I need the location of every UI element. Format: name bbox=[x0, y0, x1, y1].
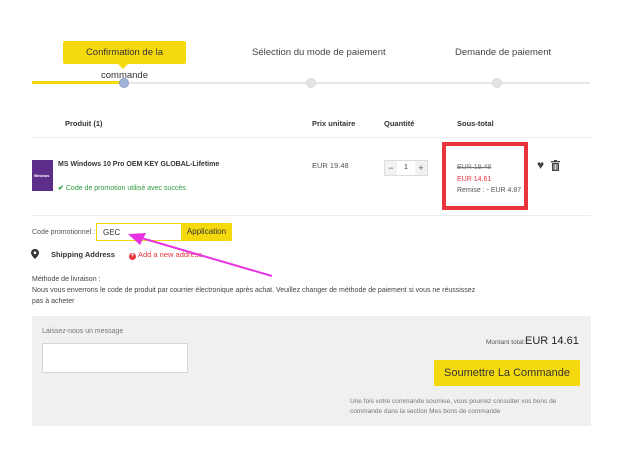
promo-success-message: ✔ Code de promotion utilisé avec succès bbox=[58, 185, 186, 192]
header-unit-price: Prix unitaire bbox=[312, 119, 356, 128]
quantity-stepper[interactable]: − 1 + bbox=[384, 160, 428, 176]
step-payment-request: Demande de paiement bbox=[455, 47, 552, 58]
step-dot-3 bbox=[492, 78, 502, 88]
original-price: EUR 19.48 bbox=[457, 164, 492, 171]
step-dot-2 bbox=[306, 78, 316, 88]
header-quantity: Quantité bbox=[384, 119, 415, 128]
total-label: Montant total: bbox=[486, 339, 526, 346]
quantity-value[interactable]: 1 bbox=[397, 161, 415, 175]
promo-code-input[interactable] bbox=[96, 223, 182, 241]
delivery-method-title: Méthode de livraison : bbox=[32, 276, 101, 283]
shipping-address-label: Shipping Address bbox=[51, 250, 115, 259]
product-name[interactable]: MS Windows 10 Pro OEM KEY GLOBAL-Lifetim… bbox=[58, 161, 219, 168]
product-thumbnail-logo: Windows bbox=[34, 174, 50, 178]
order-note: Une fois votre commande soumise, vous po… bbox=[350, 398, 557, 415]
total-amount: EUR 14.61 bbox=[525, 335, 579, 347]
row-divider bbox=[32, 215, 591, 216]
header-divider bbox=[32, 137, 591, 138]
message-label: Laissez-nous un message bbox=[42, 328, 124, 335]
check-icon: ✔ bbox=[58, 185, 64, 192]
product-thumbnail[interactable]: Windows bbox=[32, 160, 53, 191]
quantity-minus-button[interactable]: − bbox=[385, 161, 397, 175]
header-product: Produit (1) bbox=[65, 119, 103, 128]
header-subtotal: Sous-total bbox=[457, 119, 494, 128]
step-payment-method: Sélection du mode de paiement bbox=[252, 47, 386, 58]
delivery-method-text: Nous vous enverrons le code de produit p… bbox=[32, 287, 476, 305]
step-dot-1 bbox=[119, 78, 129, 88]
discount-amount: Remise : - EUR 4.87 bbox=[457, 187, 522, 194]
trash-icon[interactable] bbox=[551, 160, 560, 171]
promo-code-label: Code promotionnel : bbox=[32, 229, 96, 236]
quantity-plus-button[interactable]: + bbox=[415, 161, 427, 175]
step-confirmation: Confirmation de la commande bbox=[63, 41, 186, 81]
location-pin-icon bbox=[31, 249, 39, 259]
progress-fill bbox=[32, 81, 124, 84]
submit-order-button[interactable]: Soumettre La Commande bbox=[434, 360, 580, 386]
add-address-link[interactable]: + Add a new address bbox=[129, 250, 202, 260]
message-textarea[interactable] bbox=[42, 343, 188, 373]
plus-circle-icon: + bbox=[129, 253, 136, 260]
unit-price: EUR 19.48 bbox=[312, 161, 349, 170]
discounted-price: EUR 14.61 bbox=[457, 176, 492, 183]
heart-icon[interactable]: ♥ bbox=[537, 158, 544, 172]
apply-promo-button[interactable]: Application bbox=[181, 223, 232, 241]
